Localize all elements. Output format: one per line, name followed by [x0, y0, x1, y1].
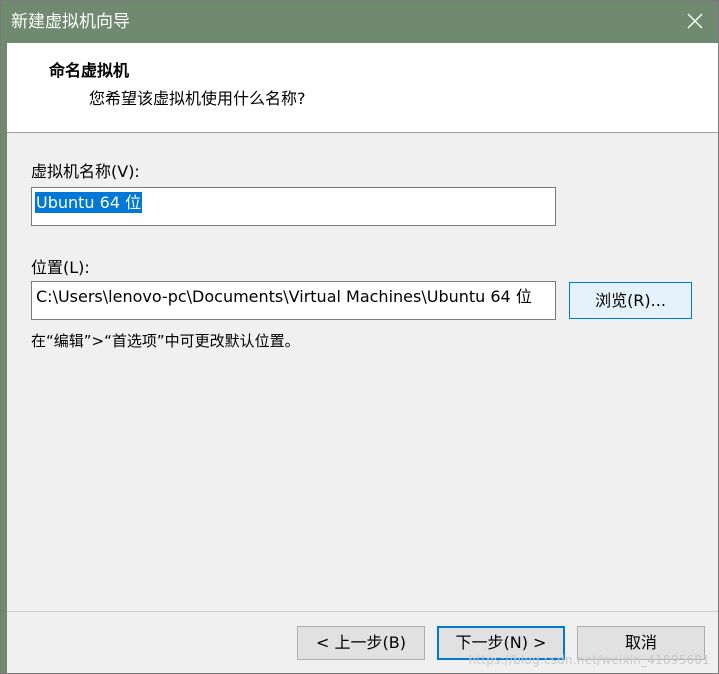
header-subtitle: 您希望该虚拟机使用什么名称?	[89, 89, 306, 108]
wizard-header: 命名虚拟机 您希望该虚拟机使用什么名称?	[7, 43, 718, 133]
watermark-text: https://blog.csdn.net/weixin_41895601	[468, 653, 710, 667]
location-input[interactable]: C:\Users\lenovo-pc\Documents\Virtual Mac…	[31, 281, 556, 320]
vm-name-value: Ubuntu 64 位	[35, 192, 143, 213]
vm-name-input[interactable]: Ubuntu 64 位	[31, 187, 556, 226]
footer-divider	[7, 611, 718, 612]
window-title: 新建虚拟机向导	[11, 12, 130, 32]
browse-button[interactable]: 浏览(R)...	[569, 282, 692, 319]
close-icon	[687, 13, 703, 29]
location-value: C:\Users\lenovo-pc\Documents\Virtual Mac…	[36, 287, 532, 306]
close-button[interactable]	[672, 1, 718, 43]
location-hint: 在“编辑”>“首选项”中可更改默认位置。	[31, 332, 300, 350]
window-left-edge	[1, 43, 7, 673]
location-label: 位置(L):	[31, 258, 90, 277]
title-bar[interactable]: 新建虚拟机向导	[1, 1, 718, 43]
back-button[interactable]: < 上一步(B)	[297, 626, 425, 660]
header-title: 命名虚拟机	[49, 61, 130, 80]
vm-name-label: 虚拟机名称(V):	[31, 162, 140, 181]
wizard-window: 新建虚拟机向导 命名虚拟机 您希望该虚拟机使用什么名称? 虚拟机名称(V): U…	[0, 0, 719, 674]
